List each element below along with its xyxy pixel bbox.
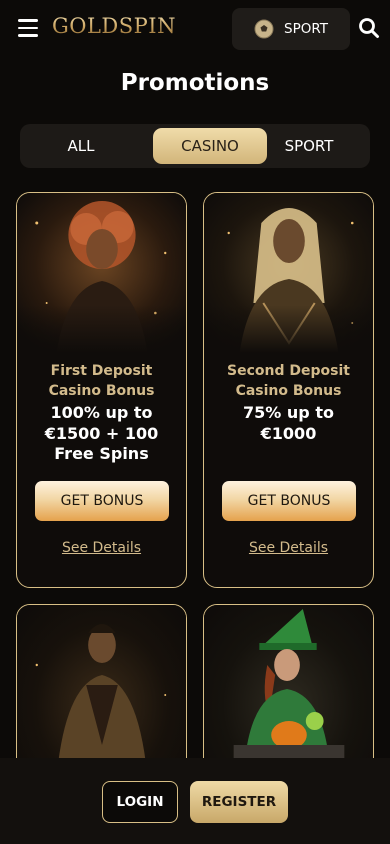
goldspin-logo[interactable]: GOLDSPIN xyxy=(52,14,176,38)
register-button[interactable]: REGISTER xyxy=(190,781,288,823)
promo-image xyxy=(17,193,186,353)
get-bonus-button[interactable]: GET BONUS xyxy=(35,481,169,521)
search-icon[interactable] xyxy=(358,17,380,39)
sport-button-label: SPORT xyxy=(284,21,328,37)
promo-image xyxy=(204,193,373,353)
bottom-auth-bar: LOGIN REGISTER xyxy=(0,758,390,844)
promo-tabs: ALL CASINO SPORT xyxy=(20,124,370,168)
tab-sport[interactable]: SPORT xyxy=(264,128,354,164)
promo-card: First Deposit Casino Bonus 100% up to €1… xyxy=(16,192,187,588)
promo-subtitle: First Deposit Casino Bonus xyxy=(48,363,155,399)
login-button[interactable]: LOGIN xyxy=(102,781,178,823)
see-details-link[interactable]: See Details xyxy=(204,540,373,556)
soccer-ball-icon xyxy=(254,19,274,39)
promo-card: Second Deposit Casino Bonus 75% up to €1… xyxy=(203,192,374,588)
top-header: GOLDSPIN SPORT xyxy=(0,0,390,58)
get-bonus-button[interactable]: GET BONUS xyxy=(222,481,356,521)
promo-offer: 75% up to €1000 xyxy=(243,403,334,443)
page-title: Promotions xyxy=(120,70,270,96)
tab-casino[interactable]: CASINO xyxy=(153,128,267,164)
see-details-link[interactable]: See Details xyxy=(17,540,186,556)
tab-all[interactable]: ALL xyxy=(36,128,126,164)
promo-offer: 100% up to €1500 + 100 Free Spins xyxy=(44,403,159,463)
sport-button[interactable]: SPORT xyxy=(232,8,350,50)
menu-icon[interactable] xyxy=(18,19,38,37)
promo-subtitle: Second Deposit Casino Bonus xyxy=(227,363,350,399)
